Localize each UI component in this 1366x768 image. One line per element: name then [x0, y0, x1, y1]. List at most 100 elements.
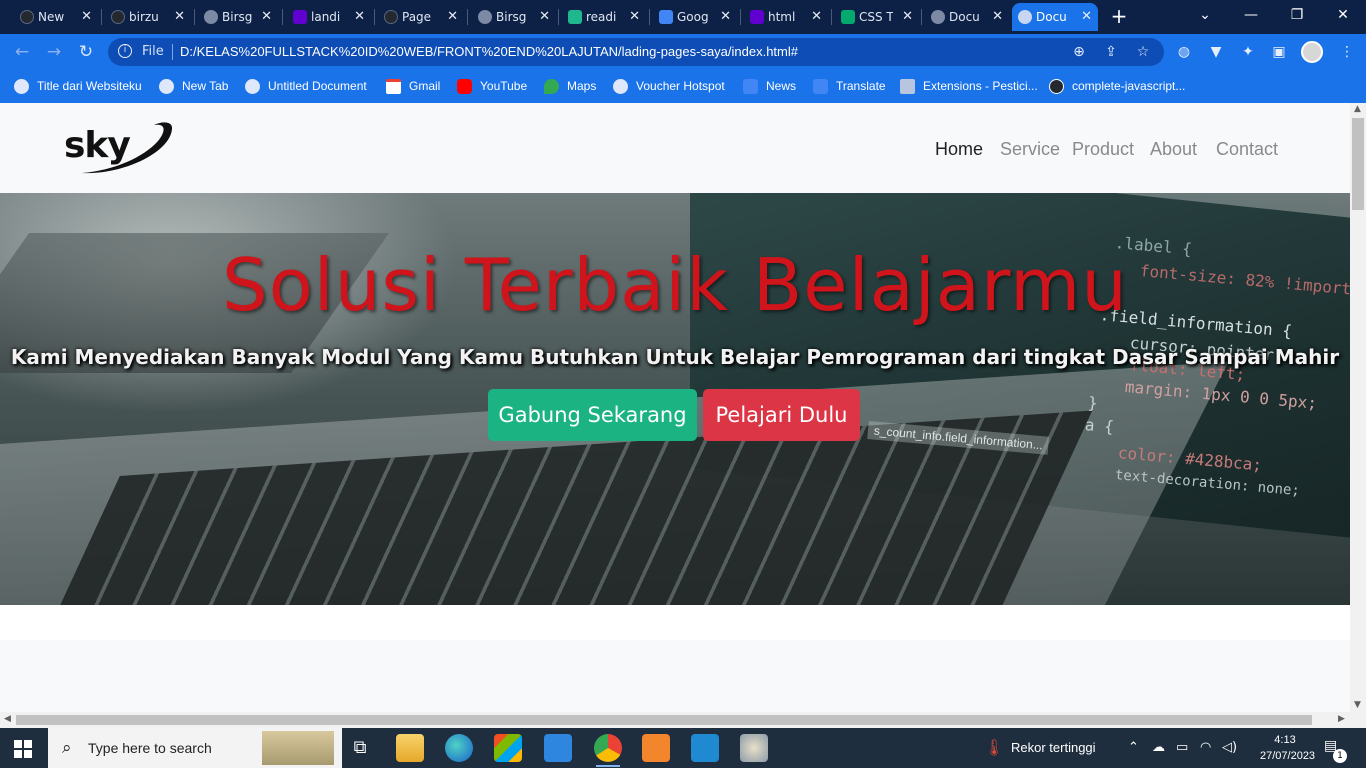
bookmark-item[interactable]: Translate	[813, 77, 886, 95]
back-icon[interactable]: ←	[10, 40, 34, 64]
onedrive-icon[interactable]: ☁	[1152, 740, 1165, 755]
reload-icon[interactable]: ↻	[74, 40, 98, 64]
close-icon[interactable]: ✕	[992, 9, 1003, 24]
close-icon[interactable]: ✕	[81, 9, 92, 24]
weather-text[interactable]: Rekor tertinggi	[1011, 740, 1096, 755]
browser-tab[interactable]: html ✕	[744, 3, 828, 31]
search-icon: ⌕	[62, 738, 72, 758]
chevron-up-icon[interactable]: ⌃	[1128, 740, 1139, 755]
extension-icon[interactable]: ◍	[1175, 43, 1193, 61]
close-icon[interactable]: ✕	[811, 9, 822, 24]
bookmark-item[interactable]: complete-javascript...	[1049, 77, 1185, 95]
close-icon[interactable]: ✕	[539, 9, 550, 24]
paint-icon[interactable]	[740, 734, 768, 762]
github-icon	[20, 10, 34, 24]
bookmark-item[interactable]: News	[743, 77, 796, 95]
address-bar[interactable]: i File D:/KELAS%20FULLSTACK%20ID%20WEB/F…	[108, 38, 1164, 66]
browser-tab[interactable]: Birsg ✕	[472, 3, 556, 31]
close-icon[interactable]: ✕	[720, 9, 731, 24]
bookmark-item[interactable]: YouTube	[457, 77, 527, 95]
close-icon[interactable]: ✕	[174, 9, 185, 24]
share-icon[interactable]: ⇪	[1102, 43, 1120, 61]
nav-product[interactable]: Product	[1072, 139, 1134, 160]
bookmark-item[interactable]: Gmail	[386, 77, 440, 95]
scroll-right-icon[interactable]: ▶	[1338, 714, 1345, 724]
search-highlight-image	[262, 731, 334, 765]
forward-icon[interactable]: →	[42, 40, 66, 64]
vertical-scroll-thumb[interactable]	[1352, 118, 1364, 210]
bookmark-item[interactable]: Extensions - Pestici...	[900, 77, 1038, 95]
vue-devtools-icon[interactable]: ▼	[1207, 43, 1225, 61]
notification-count: 1	[1333, 749, 1347, 763]
taskbar-search[interactable]: ⌕ Type here to search	[48, 728, 342, 768]
readme-icon	[568, 10, 582, 24]
close-icon[interactable]: ✕	[354, 9, 365, 24]
system-clock[interactable]: 4:13 27/07/2023	[1260, 732, 1316, 764]
gmail-icon	[386, 78, 401, 94]
close-icon[interactable]: ✕	[447, 9, 458, 24]
scroll-left-icon[interactable]: ◀	[4, 714, 11, 724]
tab-search-icon[interactable]: ⌄	[1182, 0, 1228, 34]
bookmark-item[interactable]: New Tab	[159, 77, 228, 95]
menu-kebab-icon[interactable]: ⋮	[1338, 43, 1356, 61]
maximize-icon[interactable]: ❐	[1274, 0, 1320, 34]
bookmark-item[interactable]: Maps	[544, 77, 596, 95]
url-text[interactable]: D:/KELAS%20FULLSTACK%20ID%20WEB/FRONT%20…	[180, 44, 798, 59]
mail-icon[interactable]	[544, 734, 572, 762]
browser-tab[interactable]: Page ✕	[378, 3, 464, 31]
google-translate-icon	[813, 78, 828, 94]
close-icon[interactable]: ✕	[629, 9, 640, 24]
browser-tab[interactable]: Docu ✕	[925, 3, 1009, 31]
store-icon[interactable]	[494, 734, 522, 762]
youtube-icon	[457, 78, 472, 94]
tab-strip: New ✕ birzu ✕ Birsg ✕ landi ✕ Page ✕ Bir…	[0, 0, 1366, 34]
scroll-up-icon[interactable]: ▲	[1354, 104, 1361, 114]
extensions-puzzle-icon[interactable]: ✦	[1239, 43, 1257, 61]
browser-tab[interactable]: New ✕	[14, 3, 98, 31]
bookmark-item[interactable]: Title dari Websiteku	[14, 77, 142, 95]
file-explorer-icon[interactable]	[396, 734, 424, 762]
battery-icon[interactable]: ▭	[1176, 740, 1188, 755]
horizontal-scroll-thumb[interactable]	[16, 715, 1312, 725]
windows-start-icon[interactable]	[14, 740, 32, 758]
xampp-icon[interactable]	[642, 734, 670, 762]
wifi-icon[interactable]: ◠	[1200, 740, 1211, 755]
nav-contact[interactable]: Contact	[1216, 139, 1278, 160]
close-icon[interactable]: ✕	[1081, 9, 1092, 24]
browser-tab[interactable]: landi ✕	[287, 3, 371, 31]
new-tab-button[interactable]: +	[1107, 5, 1131, 29]
scroll-down-icon[interactable]: ▼	[1354, 700, 1361, 710]
nav-about[interactable]: About	[1150, 139, 1197, 160]
browser-tab[interactable]: CSS T ✕	[835, 3, 919, 31]
minimize-icon[interactable]: —	[1228, 0, 1274, 34]
close-icon[interactable]: ✕	[261, 9, 272, 24]
window-close-icon[interactable]: ✕	[1320, 0, 1366, 34]
task-view-icon[interactable]: ⧉	[346, 734, 374, 762]
sky-logo[interactable]: sky	[62, 117, 177, 179]
vscode-icon[interactable]	[691, 734, 719, 762]
browser-tab[interactable]: birzu ✕	[105, 3, 191, 31]
edge-icon[interactable]	[445, 734, 473, 762]
bookmark-star-icon[interactable]: ☆	[1134, 43, 1152, 61]
nav-home[interactable]: Home	[935, 139, 983, 160]
puzzle-icon	[900, 78, 915, 94]
browser-tab-active[interactable]: Docu ✕	[1012, 3, 1098, 31]
zoom-icon[interactable]: ⊕	[1070, 43, 1088, 61]
chrome-icon[interactable]	[594, 734, 622, 767]
browser-tab[interactable]: readi ✕	[562, 3, 646, 31]
clock-time: 4:13	[1274, 734, 1296, 746]
bookmark-item[interactable]: Untitled Document	[245, 77, 367, 95]
close-icon[interactable]: ✕	[902, 9, 913, 24]
volume-icon[interactable]: ◁)	[1222, 740, 1237, 755]
clock-date: 27/07/2023	[1260, 750, 1316, 762]
nav-service[interactable]: Service	[1000, 139, 1060, 160]
learn-first-button[interactable]: Pelajari Dulu	[703, 389, 860, 441]
join-now-button[interactable]: Gabung Sekarang	[488, 389, 697, 441]
thermometer-icon[interactable]: 🌡	[984, 738, 1004, 757]
side-panel-icon[interactable]: ▣	[1270, 43, 1288, 61]
bookmark-item[interactable]: Voucher Hotspot	[613, 77, 725, 95]
profile-avatar[interactable]	[1301, 41, 1323, 63]
browser-tab[interactable]: Goog ✕	[653, 3, 737, 31]
browser-tab[interactable]: Birsg ✕	[198, 3, 278, 31]
info-icon[interactable]: i	[118, 44, 132, 58]
